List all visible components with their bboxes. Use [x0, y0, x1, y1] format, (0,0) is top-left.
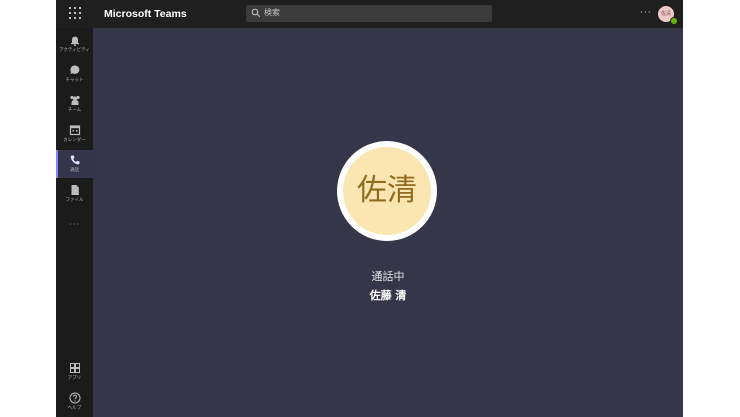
rail-label-files: ファイル	[65, 198, 84, 203]
rail-label-activity: アクティビティ	[59, 48, 90, 53]
bell-icon	[70, 36, 79, 47]
apps-icon	[69, 363, 80, 373]
call-stage: 佐清 通話中 佐藤 清	[93, 28, 683, 417]
rail-label-help: ヘルプ	[67, 406, 82, 411]
rail-item-files[interactable]: ファイル	[56, 180, 93, 208]
rail-item-calendar[interactable]: カレンダー	[56, 120, 93, 148]
app-title: Microsoft Teams	[104, 8, 187, 20]
chat-icon	[69, 65, 79, 75]
caller-name: 佐藤 清	[369, 289, 407, 302]
more-apps-button[interactable]: ···	[56, 220, 93, 229]
search-input[interactable]: 検索	[246, 5, 492, 22]
more-options-button[interactable]: ···	[640, 8, 652, 18]
phone-icon	[70, 155, 79, 165]
rail-item-apps[interactable]: アプリ	[56, 358, 93, 386]
presence-available-badge	[670, 17, 678, 25]
teams-window: Microsoft Teams 検索 ··· 佐清 アクティビティ チャット チ…	[56, 0, 683, 417]
app-launcher-icon[interactable]	[69, 7, 81, 19]
rail-item-activity[interactable]: アクティビティ	[56, 30, 93, 58]
teams-icon	[69, 95, 80, 105]
title-bar: Microsoft Teams 検索 ··· 佐清	[56, 0, 683, 28]
search-placeholder: 検索	[264, 8, 280, 17]
app-rail: アクティビティ チャット チーム カレンダー 通話 ファイル ··· アプリ ヘ…	[56, 28, 93, 417]
rail-label-calls: 通話	[70, 168, 79, 173]
rail-label-teams: チーム	[67, 108, 82, 113]
caller-avatar-ring: 佐清	[337, 141, 437, 241]
rail-label-calendar: カレンダー	[63, 138, 86, 143]
caller-avatar: 佐清	[343, 147, 431, 235]
call-status: 通話中	[371, 270, 405, 283]
rail-label-chat: チャット	[65, 78, 84, 83]
search-icon	[251, 8, 261, 18]
calendar-icon	[69, 125, 80, 136]
help-icon	[69, 392, 80, 404]
rail-item-help[interactable]: ヘルプ	[56, 388, 93, 416]
rail-item-calls[interactable]: 通話	[56, 150, 93, 178]
file-icon	[71, 185, 79, 195]
rail-item-teams[interactable]: チーム	[56, 90, 93, 118]
rail-item-chat[interactable]: チャット	[56, 60, 93, 88]
rail-label-apps: アプリ	[67, 376, 82, 381]
